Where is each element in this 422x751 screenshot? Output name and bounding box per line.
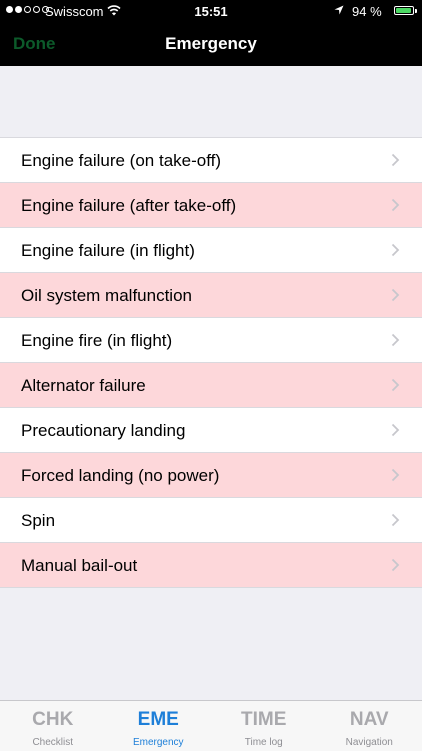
list-item[interactable]: Engine failure (in flight) — [0, 228, 422, 273]
battery-percentage: 94 % — [352, 4, 382, 19]
tab-checklist[interactable]: CHK Checklist — [0, 701, 106, 751]
top-bar: Swisscom 15:51 94 % Done Emergency — [0, 0, 422, 66]
location-arrow-icon — [334, 5, 344, 15]
list-item-label: Oil system malfunction — [21, 286, 192, 306]
tab-code: EME — [106, 709, 212, 731]
tab-code: NAV — [317, 709, 422, 731]
chevron-right-icon — [391, 558, 400, 572]
list-item-label: Engine failure (in flight) — [21, 241, 195, 261]
tab-emergency[interactable]: EME Emergency — [106, 701, 212, 751]
list-item[interactable]: Forced landing (no power) — [0, 453, 422, 498]
chevron-right-icon — [391, 468, 400, 482]
list-item[interactable]: Engine failure (after take-off) — [0, 183, 422, 228]
emergency-list: Engine failure (on take-off) Engine fail… — [0, 137, 422, 588]
tab-label: Time log — [211, 737, 317, 748]
list-item-label: Engine failure (after take-off) — [21, 196, 236, 216]
list-item-label: Spin — [21, 511, 55, 531]
list-item[interactable]: Engine failure (on take-off) — [0, 138, 422, 183]
chevron-right-icon — [391, 423, 400, 437]
status-bar: Swisscom 15:51 94 % — [0, 0, 422, 22]
list-item-label: Engine fire (in flight) — [21, 331, 172, 351]
list-item[interactable]: Engine fire (in flight) — [0, 318, 422, 363]
list-item-label: Engine failure (on take-off) — [21, 151, 221, 171]
chevron-right-icon — [391, 288, 400, 302]
list-item[interactable]: Spin — [0, 498, 422, 543]
chevron-right-icon — [391, 153, 400, 167]
tab-time-log[interactable]: TIME Time log — [211, 701, 317, 751]
tab-label: Checklist — [0, 737, 106, 748]
navigation-bar: Done Emergency — [0, 22, 422, 66]
battery-icon — [394, 6, 414, 15]
chevron-right-icon — [391, 243, 400, 257]
list-item[interactable]: Manual bail-out — [0, 543, 422, 588]
tab-label: Navigation — [317, 737, 422, 748]
chevron-right-icon — [391, 378, 400, 392]
list-item-label: Precautionary landing — [21, 421, 185, 441]
tab-navigation[interactable]: NAV Navigation — [317, 701, 422, 751]
list-item-label: Alternator failure — [21, 376, 146, 396]
page-title: Emergency — [0, 34, 422, 54]
chevron-right-icon — [391, 333, 400, 347]
list-item-label: Manual bail-out — [21, 556, 137, 576]
battery-tip — [415, 9, 417, 13]
list-item[interactable]: Precautionary landing — [0, 408, 422, 453]
list-item[interactable]: Oil system malfunction — [0, 273, 422, 318]
tab-bar: CHK Checklist EME Emergency TIME Time lo… — [0, 700, 422, 751]
tab-code: TIME — [211, 709, 317, 731]
tab-code: CHK — [0, 709, 106, 731]
battery-level — [396, 8, 411, 13]
list-item[interactable]: Alternator failure — [0, 363, 422, 408]
chevron-right-icon — [391, 198, 400, 212]
tab-label: Emergency — [106, 737, 212, 748]
chevron-right-icon — [391, 513, 400, 527]
list-item-label: Forced landing (no power) — [21, 466, 219, 486]
